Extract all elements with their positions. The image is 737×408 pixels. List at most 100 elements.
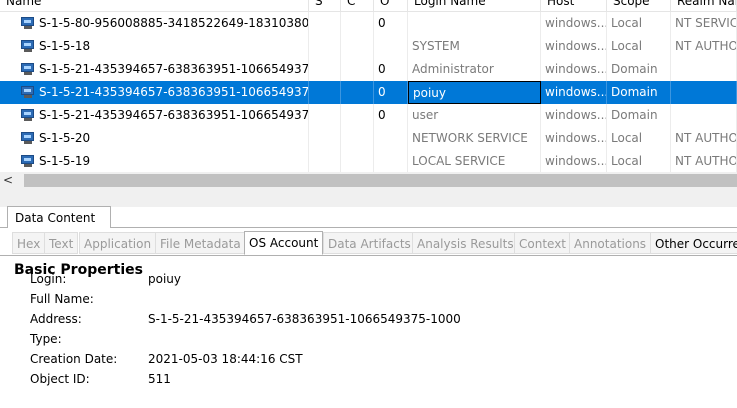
- cell-login-name: user: [408, 104, 541, 127]
- cell-c: [341, 12, 374, 35]
- cell-realm-name: NT AUTHORITY: [671, 127, 737, 150]
- cell-scope: Domain: [607, 81, 671, 104]
- cell-c: [341, 81, 374, 104]
- cell-login-name: Administrator: [408, 58, 541, 81]
- tab-data-artifacts[interactable]: Data Artifacts: [323, 232, 416, 254]
- column-header-name[interactable]: Name: [0, 0, 309, 11]
- tab-os-account[interactable]: OS Account: [244, 231, 324, 255]
- login-label: Login:: [30, 272, 67, 286]
- creation-date-label: Creation Date:: [30, 352, 118, 366]
- creation-date-value: 2021-05-03 18:44:16 CST: [148, 352, 303, 366]
- cell-c: [341, 35, 374, 58]
- cell-login-name: NETWORK SERVICE: [408, 127, 541, 150]
- cell-host: windows...: [541, 35, 607, 58]
- cell-o: [374, 35, 408, 58]
- cell-s: [309, 127, 341, 150]
- cell-host: windows...: [541, 81, 607, 104]
- cell-s: [309, 104, 341, 127]
- column-header-s[interactable]: S: [309, 0, 341, 11]
- table-row[interactable]: S-1-5-21-435394657-638363951-1066549375-…: [0, 58, 737, 81]
- cell-realm-name: NT SERVICE: [671, 12, 737, 35]
- column-header-login-name[interactable]: Login Name: [408, 0, 541, 11]
- cell-s: [309, 58, 341, 81]
- column-header-host[interactable]: Host: [541, 0, 607, 11]
- horizontal-scrollbar[interactable]: <: [0, 172, 737, 189]
- cell-name: S-1-5-21-435394657-638363951-1066549375-…: [19, 81, 309, 104]
- cell-s: [309, 12, 341, 35]
- os-account-properties: Basic Properties Login: poiuy Full Name:…: [0, 255, 737, 408]
- table-row[interactable]: S-1-5-20 NETWORK SERVICE windows... Loca…: [0, 127, 737, 150]
- cell-s: [309, 150, 341, 172]
- cell-realm-name: [671, 104, 737, 127]
- cell-login-name: poiuy: [408, 81, 541, 104]
- tab-file-metadata[interactable]: File Metadata: [155, 232, 246, 254]
- cell-login-name: LOCAL SERVICE: [408, 150, 541, 172]
- cell-scope: Domain: [607, 58, 671, 81]
- tab-text[interactable]: Text: [44, 232, 79, 254]
- cell-name: S-1-5-21-435394657-638363951-1066549375-…: [19, 58, 309, 81]
- cell-login-name: SYSTEM: [408, 35, 541, 58]
- tab-context[interactable]: Context: [514, 232, 572, 254]
- cell-s: [309, 35, 341, 58]
- cell-name: S-1-5-20: [19, 127, 309, 150]
- cell-s: [309, 81, 341, 104]
- address-value: S-1-5-21-435394657-638363951-1066549375-…: [148, 312, 461, 326]
- cell-c: [341, 150, 374, 172]
- tab-annotations[interactable]: Annotations: [569, 232, 652, 254]
- object-id-label: Object ID:: [30, 372, 90, 386]
- cell-scope: Domain: [607, 104, 671, 127]
- column-header-o[interactable]: O: [374, 0, 408, 11]
- cell-scope: Local: [607, 150, 671, 172]
- cell-scope: Local: [607, 35, 671, 58]
- cell-realm-name: [671, 81, 737, 104]
- tab-application[interactable]: Application: [79, 232, 157, 254]
- scrollbar-thumb[interactable]: [24, 174, 737, 187]
- tab-data-content[interactable]: Data Content: [7, 206, 111, 228]
- cell-scope: Local: [607, 127, 671, 150]
- cell-o: 0: [374, 81, 408, 104]
- data-content-panel: Data Content Hex Text Application File M…: [0, 189, 737, 408]
- tab-analysis-results[interactable]: Analysis Results: [412, 232, 519, 254]
- object-id-value: 511: [148, 372, 171, 386]
- column-header-scope[interactable]: Scope: [607, 0, 671, 11]
- table-row[interactable]: S-1-5-19 LOCAL SERVICE windows... Local …: [0, 150, 737, 172]
- cell-scope: Local: [607, 12, 671, 35]
- cell-o: [374, 150, 408, 172]
- table-row-selected[interactable]: S-1-5-21-435394657-638363951-1066549375-…: [0, 81, 737, 104]
- cell-realm-name: [671, 58, 737, 81]
- address-label: Address:: [30, 312, 82, 326]
- scroll-left-arrow-icon[interactable]: <: [3, 174, 15, 187]
- cell-c: [341, 58, 374, 81]
- table-row[interactable]: S-1-5-18 SYSTEM windows... Local NT AUTH…: [0, 35, 737, 58]
- table-row[interactable]: S-1-5-21-435394657-638363951-1066549375-…: [0, 104, 737, 127]
- type-label: Type:: [30, 332, 62, 346]
- cell-login-name: [408, 12, 541, 35]
- cell-o: 0: [374, 58, 408, 81]
- tab-hex[interactable]: Hex: [12, 232, 46, 254]
- table-header: Name S C O Login Name Host Scope Realm N…: [0, 0, 737, 12]
- cell-name: S-1-5-18: [19, 35, 309, 58]
- cell-realm-name: NT AUTHORITY: [671, 150, 737, 172]
- cell-host: windows...: [541, 150, 607, 172]
- cell-name: S-1-5-80-956008885-3418522649-1831038044: [19, 12, 309, 35]
- splitter[interactable]: [0, 189, 737, 207]
- viewer-tabs: Hex Text Application File Metadata OS Ac…: [0, 231, 737, 255]
- login-value: poiuy: [148, 272, 181, 286]
- cell-o: 0: [374, 104, 408, 127]
- cell-host: windows...: [541, 127, 607, 150]
- cell-c: [341, 127, 374, 150]
- cell-name: S-1-5-19: [19, 150, 309, 172]
- column-header-c[interactable]: C: [341, 0, 374, 11]
- full-name-label: Full Name:: [30, 292, 94, 306]
- cell-host: windows...: [541, 12, 607, 35]
- cell-o: [374, 127, 408, 150]
- tab-other-occurrences[interactable]: Other Occurrences: [650, 232, 737, 254]
- cell-c: [341, 104, 374, 127]
- table-row[interactable]: S-1-5-80-956008885-3418522649-1831038044…: [0, 12, 737, 35]
- cell-host: windows...: [541, 58, 607, 81]
- cell-name: S-1-5-21-435394657-638363951-1066549375-…: [19, 104, 309, 127]
- column-header-realm-name[interactable]: Realm Name: [671, 0, 737, 11]
- cell-host: windows...: [541, 104, 607, 127]
- cell-o: 0: [374, 12, 408, 35]
- cell-realm-name: NT AUTHORITY: [671, 35, 737, 58]
